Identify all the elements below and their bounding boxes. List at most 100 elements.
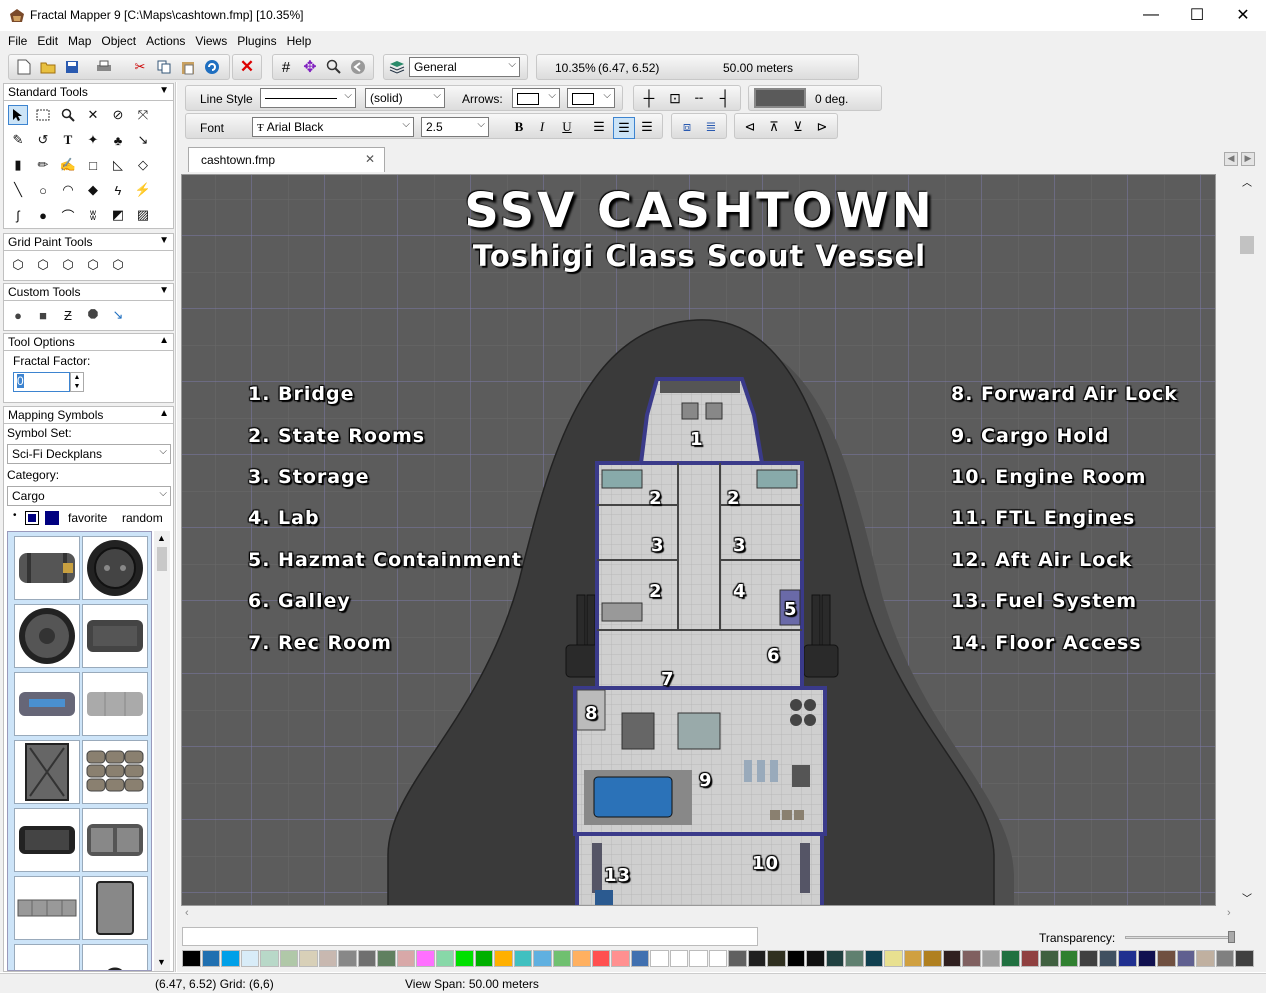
fill-color-swatch[interactable] [754, 88, 806, 108]
fractal-curve-icon[interactable]: ʬ [83, 205, 103, 225]
color-swatch[interactable] [377, 950, 396, 967]
align-right-icon[interactable]: ☰ [638, 118, 656, 136]
bring-front-icon[interactable]: ⊳ [813, 118, 831, 136]
font-size-select[interactable]: 2.5 ⌵ [421, 117, 489, 137]
cut-icon[interactable]: ✂ [131, 58, 149, 76]
paint-bucket-icon[interactable]: ◩ [108, 205, 128, 225]
symbol-crate-grey[interactable] [82, 672, 148, 736]
undo-icon[interactable] [203, 58, 221, 76]
color-swatch[interactable] [357, 950, 377, 967]
color-swatch[interactable] [533, 950, 552, 967]
arrow-start-select[interactable]: ⌵ [512, 88, 560, 108]
color-swatch[interactable] [1020, 950, 1040, 967]
rectangle-icon[interactable]: □ [83, 155, 103, 175]
arrow-end-select[interactable]: ⌵ [567, 88, 615, 108]
tab-scroll-right-icon[interactable]: ▶ [1241, 152, 1255, 166]
font-select[interactable]: Ŧ Arial Black ⌵ [252, 117, 414, 137]
menu-object[interactable]: Object [96, 31, 141, 51]
custom-tools-header[interactable]: Custom Tools ▼ [3, 283, 174, 301]
color-swatch[interactable] [1196, 950, 1215, 967]
color-swatch[interactable] [630, 950, 650, 967]
rotate-icon[interactable]: ↺ [33, 130, 53, 150]
snap-cross-icon[interactable]: ┼ [640, 89, 658, 107]
color-swatch[interactable] [1157, 950, 1176, 967]
symbol-scrollbar[interactable]: ▲ ▼ [154, 531, 170, 971]
menu-file[interactable]: File [3, 31, 32, 51]
close-button[interactable]: ✕ [1220, 0, 1266, 30]
color-swatch[interactable] [1137, 950, 1157, 967]
hex-cluster-icon[interactable]: ⬡ [33, 255, 53, 275]
open-folder-icon[interactable] [39, 58, 57, 76]
paste-icon[interactable] [179, 58, 197, 76]
print-icon[interactable] [95, 58, 113, 76]
color-swatch-fill[interactable] [45, 511, 59, 525]
symbol-crate-double[interactable] [82, 808, 148, 872]
color-swatch[interactable] [260, 950, 279, 967]
zigzag-icon[interactable]: Ƶ [58, 305, 78, 325]
tool-options-header[interactable]: Tool Options ▲ [3, 333, 174, 351]
bring-up-icon[interactable]: ⊼ [765, 118, 783, 136]
rect-select-icon[interactable] [33, 105, 53, 125]
scroll-thumb[interactable] [157, 547, 167, 571]
text-tool-icon[interactable]: T [58, 130, 78, 150]
color-swatch-outline[interactable] [25, 511, 39, 525]
color-swatch[interactable] [708, 950, 728, 967]
color-swatch[interactable] [728, 950, 747, 967]
hex-dot-icon[interactable]: ⬡ [58, 255, 78, 275]
octagon-icon[interactable]: ⯃ [83, 305, 103, 325]
path-icon[interactable]: ↘ [133, 130, 153, 150]
color-swatch[interactable] [923, 950, 942, 967]
color-swatch[interactable] [1235, 950, 1254, 967]
blob-icon[interactable]: ● [33, 205, 53, 225]
layers-icon[interactable] [388, 58, 406, 76]
layer-select[interactable]: General ⌵ [409, 57, 520, 77]
fill-diamond-icon[interactable]: ◆ [83, 180, 103, 200]
back-icon[interactable] [349, 58, 367, 76]
symbol-container-box[interactable] [82, 604, 148, 668]
color-swatch[interactable] [1098, 950, 1118, 967]
mapping-symbols-header[interactable]: Mapping Symbols ▲ [3, 406, 174, 424]
sphere-icon[interactable]: ● [8, 305, 28, 325]
color-swatch[interactable] [1079, 950, 1098, 967]
wave-icon[interactable]: ↘ [108, 305, 128, 325]
scroll-down-icon[interactable]: ﹀ [1242, 890, 1252, 905]
bold-button[interactable]: B [510, 118, 528, 136]
favorite-link[interactable]: favorite [68, 511, 107, 525]
tab-scroll-left-icon[interactable]: ◀ [1224, 152, 1238, 166]
curve-icon[interactable]: ʃ [8, 205, 28, 225]
color-swatch[interactable] [572, 950, 591, 967]
color-swatch[interactable] [182, 950, 201, 967]
square-fill-icon[interactable]: ■ [33, 305, 53, 325]
color-swatch[interactable] [825, 950, 845, 967]
color-swatch[interactable] [747, 950, 767, 967]
color-swatch[interactable] [1040, 950, 1059, 967]
hex-group-icon[interactable]: ⬡ [108, 255, 128, 275]
split-icon[interactable]: ⤧ [133, 105, 153, 125]
color-swatch[interactable] [338, 950, 357, 967]
color-swatch[interactable] [689, 950, 708, 967]
grid-paint-tools-header[interactable]: Grid Paint Tools ▼ [3, 233, 174, 251]
text-frame-icon[interactable]: ⧈ [678, 118, 696, 136]
new-file-icon[interactable] [15, 58, 33, 76]
fractal-factor-spinner[interactable]: ▲ ▼ [70, 372, 84, 392]
color-swatch[interactable] [591, 950, 611, 967]
grid-icon[interactable]: # [277, 58, 295, 76]
scroll-left-icon[interactable]: ‹ [185, 907, 189, 919]
symbol-capsule-blue[interactable] [14, 672, 80, 736]
line-style-select[interactable]: ⌵ [260, 88, 356, 108]
color-swatch[interactable] [435, 950, 455, 967]
category-select[interactable]: Cargo ⌵ [7, 486, 171, 506]
minimize-button[interactable]: — [1128, 0, 1174, 30]
color-swatch[interactable] [494, 950, 513, 967]
scroll-right-icon[interactable]: › [1227, 907, 1231, 919]
arc-icon[interactable]: ◠ [58, 180, 78, 200]
delete-icon[interactable]: ✕ [238, 57, 256, 76]
pan-icon[interactable]: ✥ [301, 58, 319, 76]
hex-paint-icon[interactable]: ⬡ [8, 255, 28, 275]
scroll-up-icon[interactable]: ▲ [157, 533, 166, 543]
color-swatch[interactable] [474, 950, 494, 967]
color-swatch[interactable] [318, 950, 338, 967]
align-center-icon[interactable]: ☰ [613, 117, 635, 139]
color-swatch[interactable] [903, 950, 923, 967]
color-swatch[interactable] [981, 950, 1001, 967]
